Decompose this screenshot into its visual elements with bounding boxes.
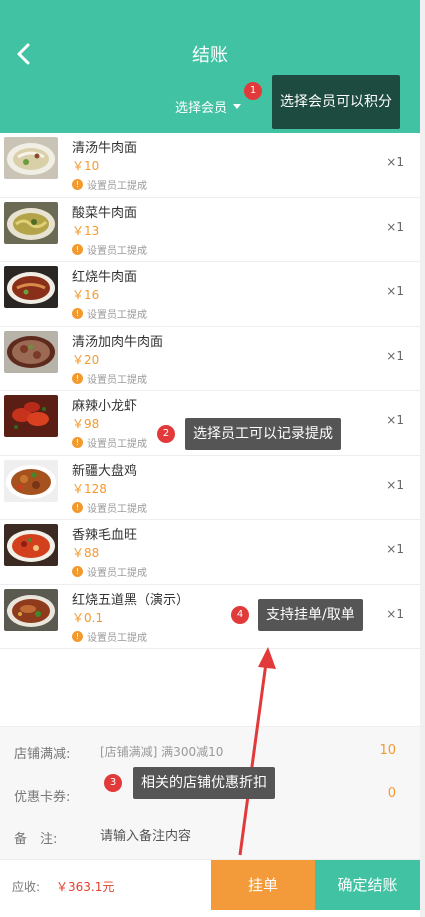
noodle-clear-soup-icon: [4, 137, 58, 179]
set-staff-commission[interactable]: ! 设置员工提成: [72, 435, 147, 450]
crayfish-icon: [4, 395, 58, 437]
amount-due-value: ￥363.1元: [56, 880, 115, 894]
noodle-extra-meat-icon: [4, 330, 58, 373]
caret-down-icon: [233, 104, 242, 109]
select-member-dropdown[interactable]: 选择会员: [175, 97, 242, 116]
info-icon: !: [72, 437, 83, 448]
store-discount-value: [店铺满减] 满300减10: [100, 745, 224, 759]
chicken-plate-icon: [4, 459, 58, 502]
dish-thumbnail: [4, 524, 58, 566]
dish-name: 红烧牛肉面: [72, 270, 138, 285]
list-item: 清汤牛肉面 ￥10 ! 设置员工提成 ×1: [0, 133, 420, 198]
checkout-screen: 结账 选择会员 清汤牛肉面 ￥10 ! 设置员工提成 ×1 酸菜牛肉面 ￥13 …: [0, 0, 420, 917]
dish-quantity: ×1: [386, 348, 404, 363]
set-staff-commission[interactable]: ! 设置员工提成: [72, 629, 147, 644]
dish-name: 清汤牛肉面: [72, 141, 138, 156]
dish-quantity: ×1: [386, 284, 404, 298]
dish-quantity: ×1: [386, 542, 404, 556]
page-title: 结账: [192, 45, 228, 66]
remark-label: 备 注:: [14, 832, 58, 847]
info-icon: !: [72, 179, 83, 190]
tooltip-member: 选择会员可以积分: [272, 75, 400, 129]
bottom-bar: 应收: ￥363.1元 挂单 确定结账: [0, 859, 420, 910]
dish-quantity: ×1: [386, 477, 404, 492]
dish-thumbnail: [4, 137, 58, 179]
list-item: 新疆大盘鸡 ￥128 ! 设置员工提成 ×1: [0, 455, 420, 520]
set-staff-commission[interactable]: ! 设置员工提成: [72, 371, 147, 386]
dish-name: 新疆大盘鸡: [72, 463, 138, 479]
staff-commission-label: 设置员工提成: [87, 568, 147, 579]
hold-order-button[interactable]: 挂单: [211, 860, 315, 910]
staff-commission-label: 设置员工提成: [87, 245, 147, 257]
annotation-arrow-icon: [238, 647, 276, 856]
set-staff-commission[interactable]: ! 设置员工提成: [72, 306, 147, 321]
tip-badge: 3: [104, 774, 122, 792]
store-discount-label: 店铺满减:: [14, 747, 71, 762]
set-staff-commission[interactable]: ! 设置员工提成: [72, 177, 147, 192]
dish-quantity: ×1: [386, 606, 404, 621]
dish-price: ￥13: [72, 223, 100, 238]
list-item: 酸菜牛肉面 ￥13 ! 设置员工提成 ×1: [0, 197, 420, 262]
dish-price: ￥98: [72, 417, 100, 431]
staff-commission-label: 设置员工提成: [87, 632, 147, 644]
dish-price: ￥20: [72, 352, 100, 367]
staff-commission-label: 设置员工提成: [87, 181, 147, 192]
staff-commission-label: 设置员工提成: [87, 439, 147, 450]
dish-quantity: ×1: [386, 155, 404, 169]
order-item-list: 清汤牛肉面 ￥10 ! 设置员工提成 ×1 酸菜牛肉面 ￥13 ! 设置员工提成 ×…: [0, 133, 420, 649]
dish-thumbnail: [4, 395, 58, 437]
dish-name: 香辣毛血旺: [72, 528, 138, 543]
dish-name: 红烧五道黑（演示）: [72, 592, 190, 608]
store-discount-amount: 10: [379, 743, 396, 758]
tip-badge: 1: [244, 82, 262, 100]
dish-quantity: ×1: [386, 413, 404, 427]
list-item: 香辣毛血旺 ￥88 ! 设置员工提成 ×1: [0, 520, 420, 585]
remark-row: 备 注:: [0, 816, 420, 856]
set-staff-commission[interactable]: ! 设置员工提成: [72, 564, 147, 579]
set-staff-commission[interactable]: ! 设置员工提成: [72, 242, 147, 257]
dish-price: ￥128: [72, 481, 107, 496]
braised-fish-icon: [4, 588, 58, 631]
dish-name: 酸菜牛肉面: [72, 205, 138, 221]
store-discount-row[interactable]: 店铺满减: [店铺满减] 满300减10 10: [0, 731, 420, 771]
tooltip-discount: 相关的店铺优惠折扣: [133, 767, 275, 799]
dish-price: ￥16: [72, 288, 100, 302]
dish-name: 清汤加肉牛肉面: [72, 334, 164, 350]
tooltip-hold: 支持挂单/取单: [258, 599, 363, 631]
noodle-pickled-icon: [4, 201, 58, 244]
dish-thumbnail: [4, 201, 58, 244]
tooltip-staff: 选择员工可以记录提成: [185, 418, 341, 450]
set-staff-commission[interactable]: ! 设置员工提成: [72, 500, 147, 515]
dish-thumbnail: [4, 588, 58, 631]
noodle-braised-icon: [4, 266, 58, 308]
info-icon: !: [72, 566, 83, 577]
dish-thumbnail: [4, 459, 58, 502]
info-icon: !: [72, 308, 83, 319]
spicy-stew-icon: [4, 524, 58, 566]
coupon-label: 优惠卡券:: [14, 790, 71, 805]
dish-quantity: ×1: [386, 219, 404, 234]
tip-badge: 4: [231, 606, 249, 624]
dish-price: ￥88: [72, 546, 100, 560]
dish-price: ￥0.1: [72, 610, 104, 625]
info-icon: !: [72, 501, 83, 513]
confirm-checkout-button[interactable]: 确定结账: [315, 860, 420, 910]
staff-commission-label: 设置员工提成: [87, 374, 147, 386]
staff-commission-label: 设置员工提成: [87, 310, 147, 321]
amount-due-label: 应收:: [12, 880, 41, 894]
list-item: 清汤加肉牛肉面 ￥20 ! 设置员工提成 ×1: [0, 326, 420, 391]
dish-price: ￥10: [72, 159, 100, 173]
dish-name: 麻辣小龙虾: [72, 399, 138, 414]
list-item: 红烧牛肉面 ￥16 ! 设置员工提成 ×1: [0, 262, 420, 327]
coupon-amount: 0: [387, 786, 396, 801]
info-icon: !: [72, 630, 83, 642]
info-icon: !: [72, 243, 83, 255]
staff-commission-label: 设置员工提成: [87, 503, 147, 515]
select-member-label: 选择会员: [175, 101, 228, 116]
info-icon: !: [72, 372, 83, 384]
tip-badge: 2: [157, 425, 175, 443]
dish-thumbnail: [4, 330, 58, 373]
dish-thumbnail: [4, 266, 58, 308]
